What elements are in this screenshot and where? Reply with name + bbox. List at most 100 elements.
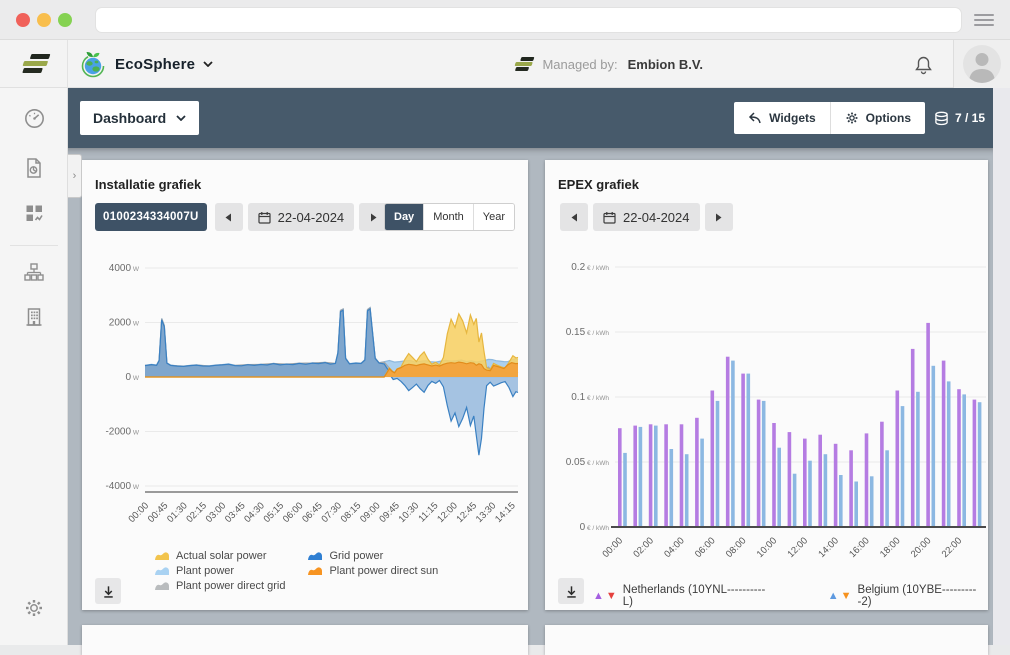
gear-icon bbox=[845, 111, 859, 125]
organisation-menu[interactable]: EcoSphere bbox=[79, 40, 213, 88]
svg-text:02:00: 02:00 bbox=[631, 535, 656, 560]
sidebar bbox=[0, 88, 68, 645]
svg-text:0 € / kWh: 0 € / kWh bbox=[580, 522, 610, 533]
app-header: EcoSphere Managed by: Embion B.V. bbox=[0, 40, 1010, 88]
area-marker-icon bbox=[154, 551, 170, 561]
svg-text:0.15 € / kWh: 0.15 € / kWh bbox=[566, 327, 610, 338]
triangle-down-icon: ▼ bbox=[841, 591, 852, 602]
epex-chart: 0 € / kWh0.05 € / kWh0.1 € / kWh0.15 € /… bbox=[545, 250, 988, 565]
dashboard-toolbar: Dashboard Widgets bbox=[68, 88, 993, 148]
notifications-button[interactable] bbox=[911, 53, 935, 77]
legend-item[interactable]: ▲▼Netherlands (10YNL----------L) bbox=[593, 584, 773, 608]
browser-menu-icon[interactable] bbox=[974, 14, 994, 26]
widgets-button[interactable]: Widgets bbox=[734, 102, 830, 134]
chevron-down-icon bbox=[176, 115, 186, 121]
embion-mini-logo-icon bbox=[512, 57, 535, 72]
sidebar-item-sitemap[interactable] bbox=[0, 252, 68, 292]
legend-item[interactable]: ▲▼Belgium (10YBE----------2) bbox=[828, 584, 988, 608]
svg-text:05:15: 05:15 bbox=[262, 500, 287, 525]
download-button[interactable] bbox=[558, 578, 584, 604]
tab-month[interactable]: Month bbox=[423, 204, 473, 230]
bell-icon bbox=[914, 55, 933, 75]
widgets-icon bbox=[748, 111, 762, 125]
svg-text:0 W: 0 W bbox=[125, 372, 139, 383]
epex-controls: 22-04-2024 bbox=[558, 203, 733, 231]
svg-text:22:00: 22:00 bbox=[940, 535, 965, 560]
svg-text:03:00: 03:00 bbox=[204, 500, 229, 525]
widget-title: EPEX grafiek bbox=[558, 177, 639, 192]
toolbar-button-group: Widgets Options bbox=[734, 102, 925, 134]
next-date-button[interactable] bbox=[705, 203, 733, 231]
legend-item[interactable]: Plant power direct grid bbox=[154, 580, 285, 592]
svg-text:12:00: 12:00 bbox=[435, 500, 460, 525]
date-picker-button[interactable]: 22-04-2024 bbox=[593, 203, 700, 231]
arrow-right-icon bbox=[715, 213, 722, 222]
traffic-light-zoom[interactable] bbox=[58, 13, 72, 27]
download-button[interactable] bbox=[95, 578, 121, 604]
sidebar-item-buildings[interactable] bbox=[0, 297, 68, 337]
sidebar-item-settings[interactable] bbox=[0, 586, 68, 630]
legend-item[interactable]: Actual solar power bbox=[154, 550, 285, 562]
arrow-left-icon bbox=[225, 213, 232, 222]
report-file-icon bbox=[23, 157, 45, 179]
widget-installatie-grafiek: Installatie grafiek 0100234334007U 22 bbox=[82, 160, 528, 610]
user-menu[interactable] bbox=[953, 40, 1010, 88]
epex-legend: ▲▼Netherlands (10YNL----------L) ▲▼Belgiu… bbox=[593, 584, 988, 608]
svg-text:4000 W: 4000 W bbox=[109, 263, 140, 274]
options-button-label: Options bbox=[866, 111, 911, 125]
sidebar-expand-handle[interactable]: › bbox=[68, 154, 82, 198]
sidebar-item-reports[interactable] bbox=[0, 148, 68, 188]
arrow-left-icon bbox=[571, 213, 578, 222]
calendar-icon bbox=[603, 211, 616, 224]
options-button[interactable]: Options bbox=[830, 102, 925, 134]
svg-text:00:00: 00:00 bbox=[127, 500, 152, 525]
traffic-light-minimize[interactable] bbox=[37, 13, 51, 27]
managed-by: Managed by: Embion B.V. bbox=[514, 40, 703, 88]
svg-text:20:00: 20:00 bbox=[909, 535, 934, 560]
legend-column: Grid power Plant power direct sun bbox=[307, 550, 438, 592]
dashboard-select[interactable]: Dashboard bbox=[80, 101, 199, 135]
legend-item[interactable]: Grid power bbox=[307, 550, 438, 562]
svg-text:14:15: 14:15 bbox=[493, 500, 518, 525]
svg-text:06:00: 06:00 bbox=[693, 535, 718, 560]
tab-day[interactable]: Day bbox=[385, 204, 423, 230]
managed-by-label: Managed by: bbox=[542, 57, 617, 72]
url-bar[interactable] bbox=[95, 7, 962, 33]
serial-select-button[interactable]: 0100234334007U bbox=[95, 203, 207, 231]
embion-logo[interactable] bbox=[0, 40, 68, 88]
svg-text:06:00: 06:00 bbox=[281, 500, 306, 525]
prev-date-button[interactable] bbox=[560, 203, 588, 231]
svg-text:-2000 W: -2000 W bbox=[105, 427, 139, 438]
date-picker-button[interactable]: 22-04-2024 bbox=[248, 203, 355, 231]
sidebar-item-widgets[interactable] bbox=[0, 193, 68, 233]
sidebar-item-dashboard[interactable] bbox=[0, 98, 68, 138]
svg-text:16:00: 16:00 bbox=[847, 535, 872, 560]
prev-date-button[interactable] bbox=[215, 203, 243, 231]
widget-card-partial bbox=[545, 625, 988, 655]
svg-text:01:30: 01:30 bbox=[165, 500, 190, 525]
svg-text:09:00: 09:00 bbox=[358, 500, 383, 525]
svg-text:0.05 € / kWh: 0.05 € / kWh bbox=[566, 457, 610, 468]
date-value: 22-04-2024 bbox=[278, 210, 345, 225]
scrollbar-gutter[interactable] bbox=[993, 88, 1010, 645]
svg-text:10:30: 10:30 bbox=[397, 500, 422, 525]
svg-text:06:45: 06:45 bbox=[300, 500, 325, 525]
traffic-light-close[interactable] bbox=[16, 13, 30, 27]
arrow-right-icon bbox=[370, 213, 377, 222]
widget-counter: 7 / 15 bbox=[934, 102, 985, 134]
area-marker-icon bbox=[154, 581, 170, 591]
legend-item[interactable]: Plant power direct sun bbox=[307, 565, 438, 577]
chevron-down-icon bbox=[203, 61, 213, 67]
date-value: 22-04-2024 bbox=[623, 210, 690, 225]
svg-text:0.2 € / kWh: 0.2 € / kWh bbox=[571, 262, 609, 273]
download-icon bbox=[101, 584, 116, 599]
app-window: EcoSphere Managed by: Embion B.V. bbox=[0, 40, 1010, 645]
tab-year[interactable]: Year bbox=[473, 204, 514, 230]
legend-item[interactable]: Plant power bbox=[154, 565, 285, 577]
app-name: EcoSphere bbox=[115, 56, 195, 73]
svg-text:10:00: 10:00 bbox=[755, 535, 780, 560]
next-date-button[interactable] bbox=[359, 203, 387, 231]
widgets-grid-icon bbox=[23, 202, 45, 224]
building-icon bbox=[23, 306, 45, 328]
sidebar-divider bbox=[10, 245, 58, 246]
